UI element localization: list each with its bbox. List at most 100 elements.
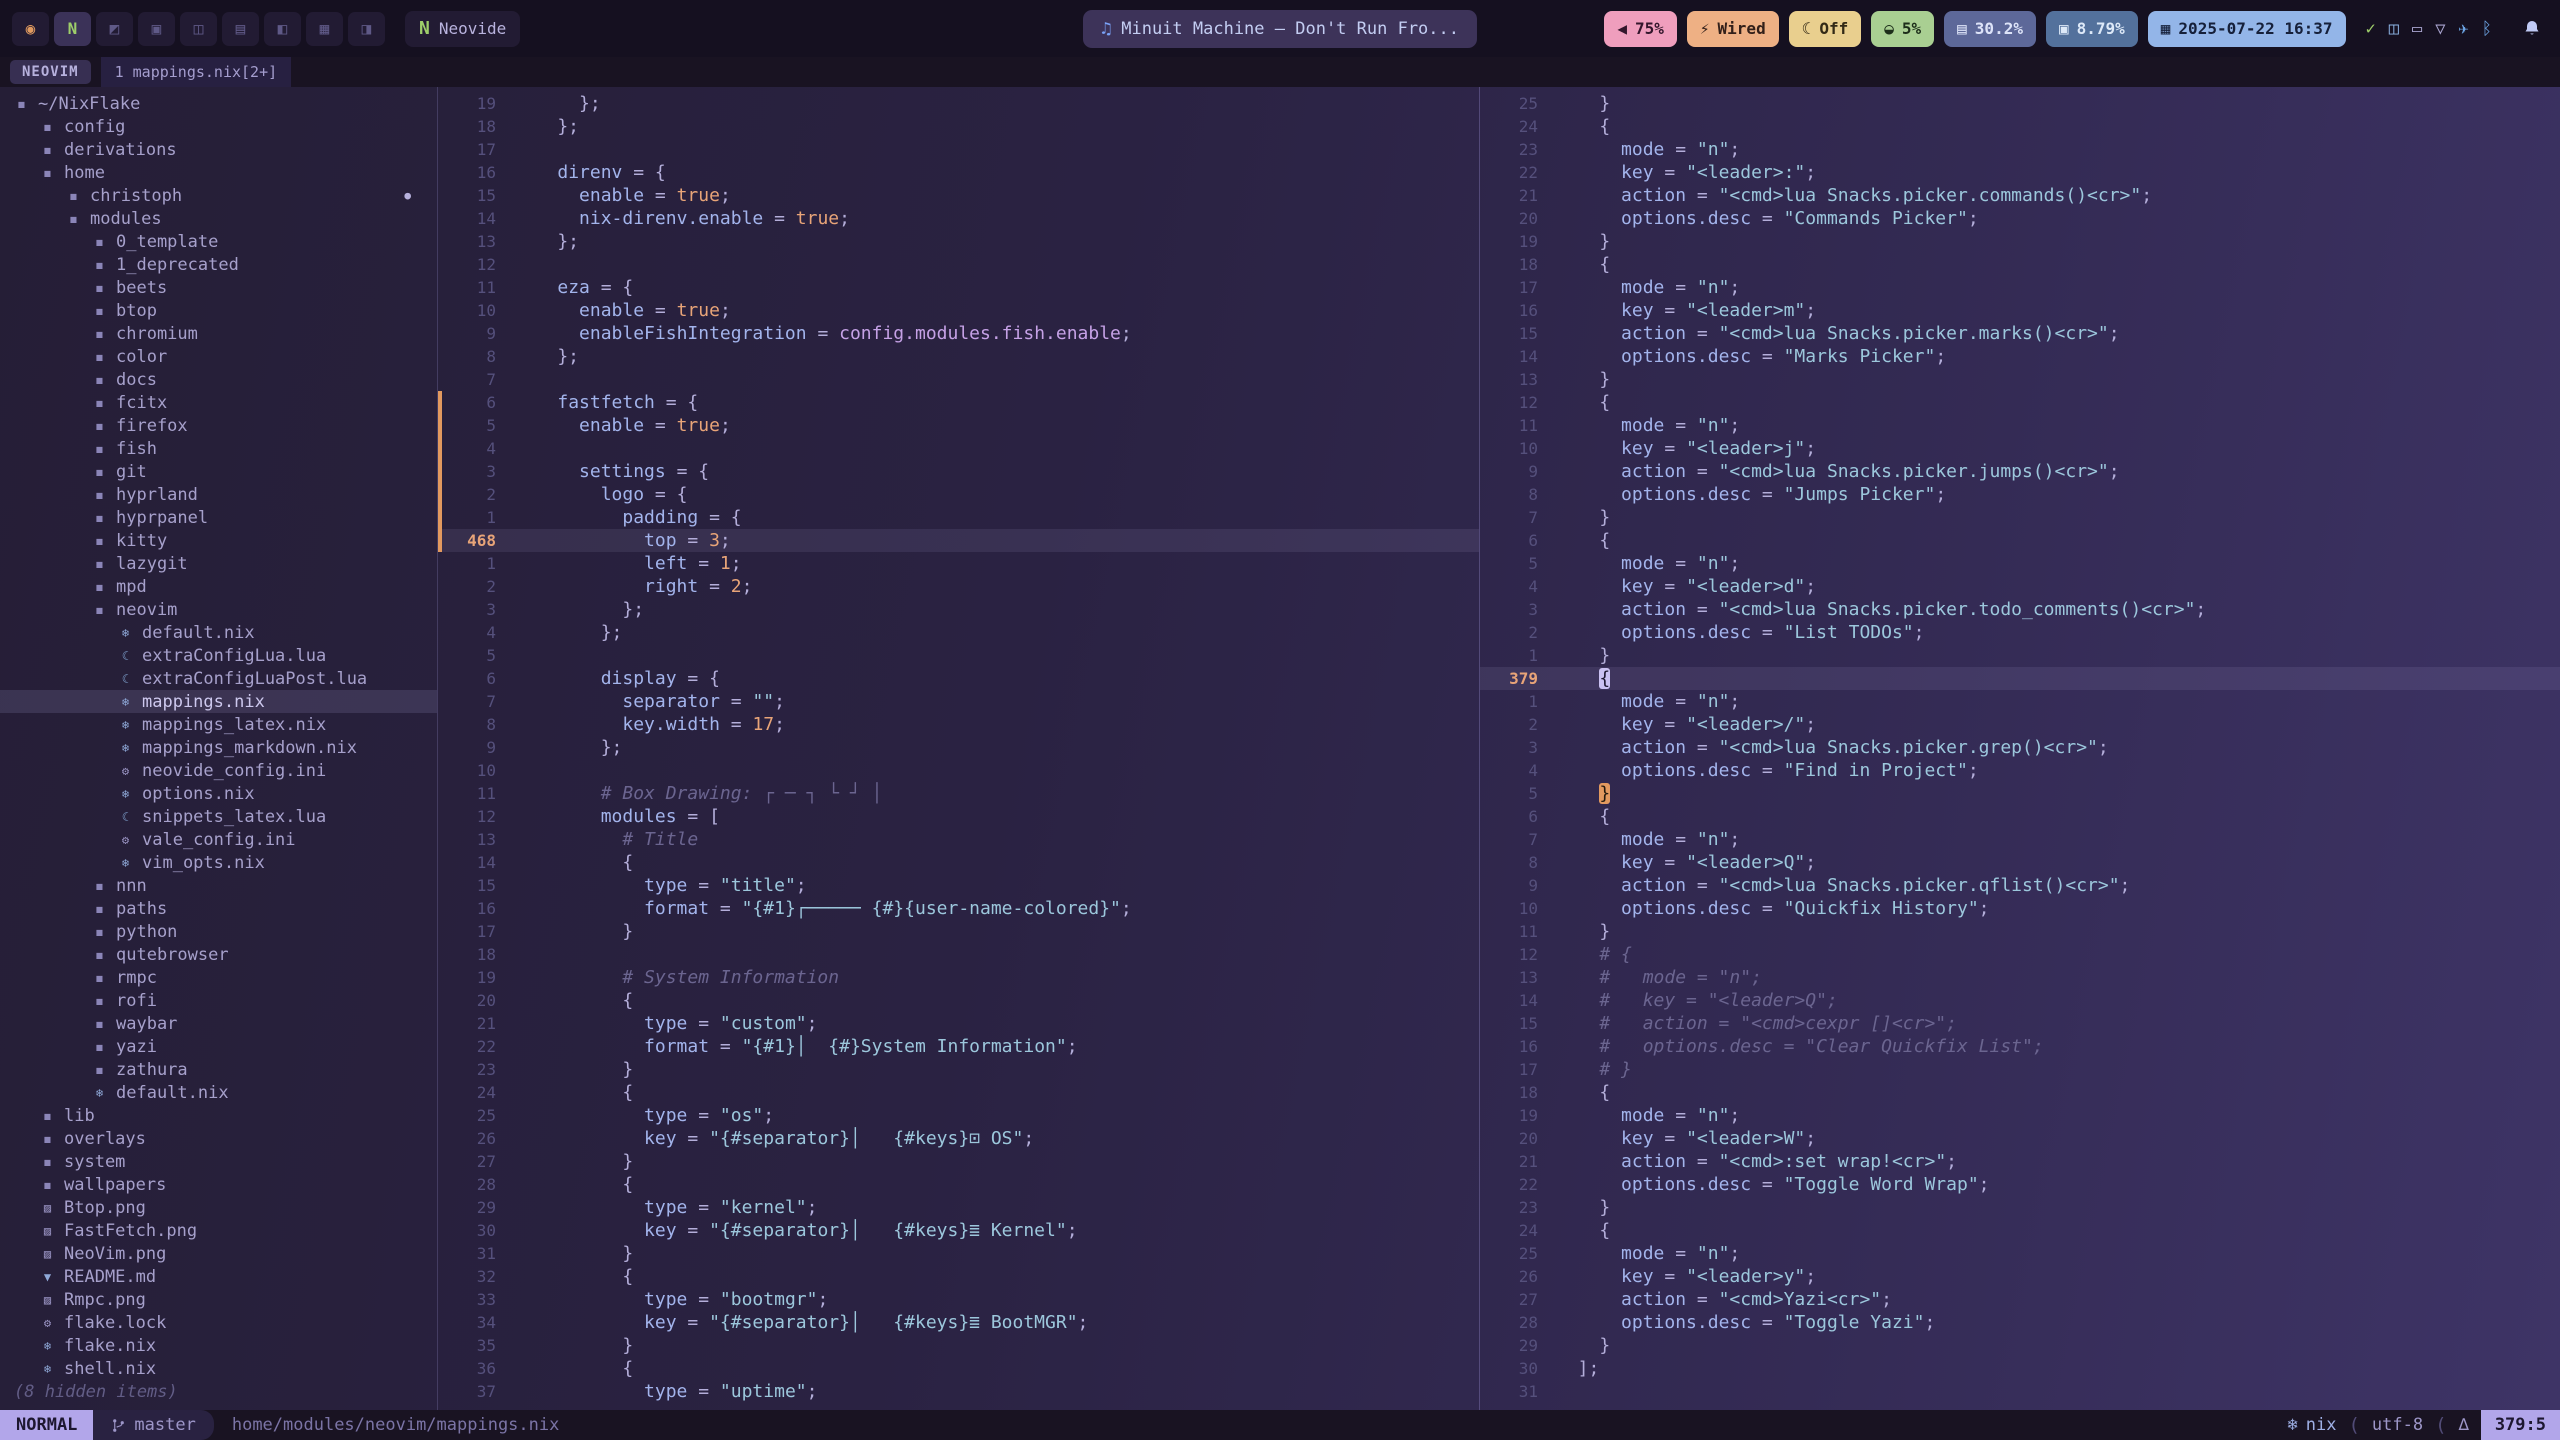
tab-mappings-nix[interactable]: 1 mappings.nix[2+] — [101, 57, 292, 87]
code-line[interactable]: 1 padding = { — [438, 506, 1479, 529]
code-line[interactable]: 4 — [438, 437, 1479, 460]
tray-screen-icon[interactable]: ▭ — [2412, 19, 2422, 39]
tray-bluetooth-icon[interactable]: ᛒ — [2482, 19, 2492, 39]
code-line[interactable]: 18 { — [1480, 1081, 2560, 1104]
workspace-2-button[interactable]: N — [54, 12, 91, 46]
tree-item-git[interactable]: ◼git — [0, 460, 437, 483]
code-line[interactable]: 6 { — [1480, 529, 2560, 552]
code-line[interactable]: 16 # options.desc = "Clear Quickfix List… — [1480, 1035, 2560, 1058]
code-line[interactable]: 1 left = 1; — [438, 552, 1479, 575]
code-line[interactable]: 10 key = "<leader>j"; — [1480, 437, 2560, 460]
code-line[interactable]: 4 options.desc = "Find in Project"; — [1480, 759, 2560, 782]
tree-item-snippets-latex-lua[interactable]: ☾snippets_latex.lua — [0, 805, 437, 828]
code-line[interactable]: 11 } — [1480, 920, 2560, 943]
now-playing-widget[interactable]: ♫ Minuit Machine – Don't Run Fro... — [1083, 10, 1477, 48]
editor-pane-fastfetch[interactable]: 19 };18 };1716 direnv = {15 enable = tru… — [437, 87, 1479, 1410]
tree-item-1-deprecated[interactable]: ◼1_deprecated — [0, 253, 437, 276]
code-line[interactable]: 30 ]; — [1480, 1357, 2560, 1380]
code-line[interactable]: 12 # { — [1480, 943, 2560, 966]
code-line[interactable]: 13 # mode = "n"; — [1480, 966, 2560, 989]
code-line[interactable]: 19 } — [1480, 230, 2560, 253]
code-line[interactable]: 19 }; — [438, 92, 1479, 115]
code-line[interactable]: 19 # System Information — [438, 966, 1479, 989]
module-clock[interactable]: ▦2025-07-22 16:37 — [2148, 11, 2346, 47]
code-line[interactable]: 379 { — [1480, 667, 2560, 690]
code-line[interactable]: 15 # action = "<cmd>cexpr []<cr>"; — [1480, 1012, 2560, 1035]
code-line[interactable]: 1 mode = "n"; — [1480, 690, 2560, 713]
tree-item-rofi[interactable]: ◼rofi — [0, 989, 437, 1012]
code-line[interactable]: 8 key = "<leader>Q"; — [1480, 851, 2560, 874]
tree-item-mappings-latex-nix[interactable]: ❄mappings_latex.nix — [0, 713, 437, 736]
tree-item-lazygit[interactable]: ◼lazygit — [0, 552, 437, 575]
code-line[interactable]: 18 { — [1480, 253, 2560, 276]
code-line[interactable]: 13 # Title — [438, 828, 1479, 851]
code-line[interactable]: 16 format = "{#1}┌───── {#}{user-name-co… — [438, 897, 1479, 920]
tree-item-overlays[interactable]: ◼overlays — [0, 1127, 437, 1150]
code-line[interactable]: 9 action = "<cmd>lua Snacks.picker.jumps… — [1480, 460, 2560, 483]
tree-item--nixflake[interactable]: ◼~/NixFlake — [0, 92, 437, 115]
module-volume[interactable]: ◀75% — [1604, 11, 1677, 47]
tree-item-beets[interactable]: ◼beets — [0, 276, 437, 299]
code-line[interactable]: 3 }; — [438, 598, 1479, 621]
code-line[interactable]: 18 — [438, 943, 1479, 966]
tree-item-shell-nix[interactable]: ❄shell.nix — [0, 1357, 437, 1380]
code-line[interactable]: 7 mode = "n"; — [1480, 828, 2560, 851]
code-line[interactable]: 15 type = "title"; — [438, 874, 1479, 897]
workspace-5-button[interactable]: ◫ — [180, 12, 217, 46]
code-line[interactable]: 25 mode = "n"; — [1480, 1242, 2560, 1265]
code-line[interactable]: 9 }; — [438, 736, 1479, 759]
code-line[interactable]: 12 modules = [ — [438, 805, 1479, 828]
tree-item-paths[interactable]: ◼paths — [0, 897, 437, 920]
code-line[interactable]: 13 } — [1480, 368, 2560, 391]
code-line[interactable]: 14 { — [438, 851, 1479, 874]
code-line[interactable]: 11 eza = { — [438, 276, 1479, 299]
code-line[interactable]: 2 logo = { — [438, 483, 1479, 506]
code-line[interactable]: 5 mode = "n"; — [1480, 552, 2560, 575]
tree-item-yazi[interactable]: ◼yazi — [0, 1035, 437, 1058]
code-line[interactable]: 30 key = "{#separator}│ {#keys}≣ Kernel"… — [438, 1219, 1479, 1242]
code-line[interactable]: 17 } — [438, 920, 1479, 943]
code-line[interactable]: 17 mode = "n"; — [1480, 276, 2560, 299]
tray-applet-icon[interactable]: ▽ — [2435, 19, 2445, 39]
code-line[interactable]: 17 — [438, 138, 1479, 161]
tree-item-qutebrowser[interactable]: ◼qutebrowser — [0, 943, 437, 966]
code-line[interactable]: 21 action = "<cmd>:set wrap!<cr>"; — [1480, 1150, 2560, 1173]
code-line[interactable]: 25 } — [1480, 92, 2560, 115]
code-line[interactable]: 23 } — [1480, 1196, 2560, 1219]
code-line[interactable]: 31 } — [438, 1242, 1479, 1265]
module-disk[interactable]: ◒5% — [1871, 11, 1934, 47]
code-line[interactable]: 19 mode = "n"; — [1480, 1104, 2560, 1127]
tray-sync-icon[interactable]: ✓ — [2366, 19, 2376, 39]
code-line[interactable]: 6 fastfetch = { — [438, 391, 1479, 414]
tree-item-vim-opts-nix[interactable]: ❄vim_opts.nix — [0, 851, 437, 874]
code-line[interactable]: 22 key = "<leader>:"; — [1480, 161, 2560, 184]
code-line[interactable]: 26 key = "<leader>y"; — [1480, 1265, 2560, 1288]
code-line[interactable]: 3 action = "<cmd>lua Snacks.picker.grep(… — [1480, 736, 2560, 759]
code-line[interactable]: 27 action = "<cmd>Yazi<cr>"; — [1480, 1288, 2560, 1311]
workspace-9-button[interactable]: ◨ — [348, 12, 385, 46]
code-line[interactable]: 7 separator = ""; — [438, 690, 1479, 713]
tree-item-chromium[interactable]: ◼chromium — [0, 322, 437, 345]
module-cpu[interactable]: ▣8.79% — [2046, 11, 2138, 47]
code-line[interactable]: 24 { — [438, 1081, 1479, 1104]
code-line[interactable]: 20 options.desc = "Commands Picker"; — [1480, 207, 2560, 230]
tree-item-zathura[interactable]: ◼zathura — [0, 1058, 437, 1081]
code-line[interactable]: 1 } — [1480, 644, 2560, 667]
tree-item-rmpc[interactable]: ◼rmpc — [0, 966, 437, 989]
tree-item-neovim-png[interactable]: ▨NeoVim.png — [0, 1242, 437, 1265]
tree-item-mappings-markdown-nix[interactable]: ❄mappings_markdown.nix — [0, 736, 437, 759]
code-line[interactable]: 28 { — [438, 1173, 1479, 1196]
code-line[interactable]: 7 } — [1480, 506, 2560, 529]
code-line[interactable]: 26 key = "{#separator}│ {#keys}⊡ OS"; — [438, 1127, 1479, 1150]
code-line[interactable]: 3 settings = { — [438, 460, 1479, 483]
code-line[interactable]: 36 { — [438, 1357, 1479, 1380]
code-line[interactable]: 10 enable = true; — [438, 299, 1479, 322]
code-line[interactable]: 5 — [438, 644, 1479, 667]
tree-item-flake-nix[interactable]: ❄flake.nix — [0, 1334, 437, 1357]
tree-item-extraconfigluapost-lua[interactable]: ☾extraConfigLuaPost.lua — [0, 667, 437, 690]
workspace-3-button[interactable]: ◩ — [96, 12, 133, 46]
tree-item-flake-lock[interactable]: ⚙flake.lock — [0, 1311, 437, 1334]
code-line[interactable]: 37 type = "uptime"; — [438, 1380, 1479, 1403]
code-line[interactable]: 13 }; — [438, 230, 1479, 253]
code-line[interactable]: 20 key = "<leader>W"; — [1480, 1127, 2560, 1150]
